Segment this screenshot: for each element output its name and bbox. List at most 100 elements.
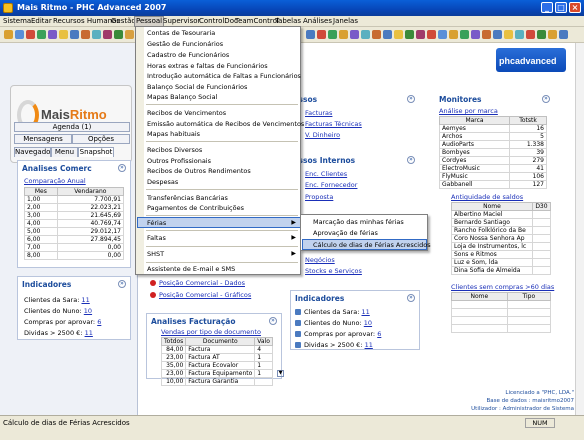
toolbar-icon-18[interactable] bbox=[361, 30, 370, 39]
ind-value[interactable]: 10 bbox=[364, 319, 372, 327]
enc-clientes-link[interactable]: Enc. Clientes bbox=[305, 170, 347, 178]
toolbar-icon-8[interactable] bbox=[81, 30, 90, 39]
toolbar-icon-32[interactable] bbox=[515, 30, 524, 39]
menu-editar[interactable]: Editar bbox=[30, 17, 53, 26]
ind-value[interactable]: 10 bbox=[84, 307, 92, 315]
toolbar-icon-2[interactable] bbox=[15, 30, 24, 39]
table-row[interactable]: Albertino Maciel bbox=[451, 210, 552, 219]
toolbar-icon-27[interactable] bbox=[460, 30, 469, 39]
table-row[interactable]: 35,00 Factura Ecovalor 1 bbox=[160, 361, 273, 370]
table-row[interactable]: 4,00 40.769,74 bbox=[24, 219, 125, 228]
toolbar-icon-34[interactable] bbox=[537, 30, 546, 39]
menu-controldoc[interactable]: ControlDoc bbox=[198, 17, 239, 26]
toolbar-icon-26[interactable] bbox=[449, 30, 458, 39]
table-row[interactable]: Dina Sofia de Almeida bbox=[451, 266, 552, 275]
menu-item-faltas[interactable]: Faltas bbox=[147, 233, 166, 243]
submenu-item-aprovacao[interactable]: Aprovação de férias bbox=[313, 228, 378, 238]
v-dinheiro-link[interactable]: V. Dinheiro bbox=[305, 131, 340, 139]
toolbar-icon-15[interactable] bbox=[328, 30, 337, 39]
toolbar-icon-1[interactable] bbox=[4, 30, 13, 39]
menu-tabelas[interactable]: Tabelas bbox=[274, 17, 302, 26]
table-row[interactable]: 5,00 29.012,17 bbox=[24, 227, 125, 236]
tab-snapshot[interactable]: Snapshot bbox=[78, 147, 114, 157]
table-row[interactable]: AudioParts 1.338 bbox=[438, 140, 547, 149]
table-row[interactable]: Cordyes 279 bbox=[438, 156, 547, 165]
scroll-down-icon[interactable]: ▼ bbox=[277, 370, 284, 377]
submenu-item-marcacao[interactable]: Marcação das minhas férias bbox=[313, 217, 404, 227]
menu-teamcontrol[interactable]: TeamControl bbox=[234, 17, 280, 26]
collapse-icon[interactable]: » bbox=[407, 95, 415, 103]
table-row[interactable]: 8,00 0,00 bbox=[24, 251, 125, 260]
toolbar-icon-23[interactable] bbox=[416, 30, 425, 39]
toolbar-icon-3[interactable] bbox=[26, 30, 35, 39]
toolbar-icon-33[interactable] bbox=[526, 30, 535, 39]
toolbar-icon-21[interactable] bbox=[394, 30, 403, 39]
toolbar-icon-31[interactable] bbox=[504, 30, 513, 39]
vertical-scrollbar[interactable] bbox=[575, 43, 584, 415]
toolbar-icon-36[interactable] bbox=[559, 30, 568, 39]
menu-item-recibos-vencimentos[interactable]: Recibos de Vencimentos bbox=[147, 108, 226, 118]
toolbar-icon-20[interactable] bbox=[383, 30, 392, 39]
menu-item-balanco-social[interactable]: Balanço Social de Funcionários bbox=[147, 82, 247, 92]
clientes-sem-compras-link[interactable]: Clientes sem compras >60 dias bbox=[451, 283, 554, 291]
toolbar-icon-9[interactable] bbox=[92, 30, 101, 39]
table-row[interactable]: 7,00 0,00 bbox=[24, 243, 125, 252]
agenda-button[interactable]: Agenda (1) bbox=[14, 122, 130, 132]
table-row[interactable]: 6,00 27.894,45 bbox=[24, 235, 125, 244]
menu-item-gestao-funcionarios[interactable]: Gestão de Funcionários bbox=[147, 39, 223, 49]
toolbar-icon-12[interactable] bbox=[125, 30, 134, 39]
collapse-icon[interactable]: » bbox=[269, 317, 277, 325]
posicao-graficos-link[interactable]: Posição Comercial - Gráficos bbox=[159, 291, 251, 299]
toolbar-icon-19[interactable] bbox=[372, 30, 381, 39]
table-row[interactable]: Archos 5 bbox=[438, 132, 547, 141]
table-row[interactable]: 84,00 Factura 4 bbox=[160, 345, 273, 354]
menu-item-pagamentos[interactable]: Pagamentos de Contribuições bbox=[147, 203, 244, 213]
vendas-tipo-link[interactable]: Vendas por tipo de documento bbox=[161, 328, 261, 336]
menu-item-assistente-email[interactable]: Assistente de E-mail e SMS bbox=[147, 264, 235, 274]
toolbar-icon-22[interactable] bbox=[405, 30, 414, 39]
tab-menu[interactable]: Menu bbox=[51, 147, 78, 157]
table-row[interactable]: 23,00 Factura Equipamento 1 bbox=[160, 369, 273, 378]
ind-value[interactable]: 11 bbox=[81, 296, 89, 304]
comparacao-anual-link[interactable]: Comparação Anual bbox=[24, 177, 86, 185]
maximize-button[interactable]: □ bbox=[555, 2, 567, 13]
menu-item-outros-profissionais[interactable]: Outros Profissionais bbox=[147, 156, 211, 166]
toolbar-icon-11[interactable] bbox=[114, 30, 123, 39]
toolbar-icon-5[interactable] bbox=[48, 30, 57, 39]
toolbar-icon-29[interactable] bbox=[482, 30, 491, 39]
toolbar-icon-14[interactable] bbox=[317, 30, 326, 39]
menu-sistema[interactable]: Sistema bbox=[2, 17, 32, 26]
table-row[interactable]: Rancho Folklórico da Be bbox=[451, 226, 552, 235]
menu-item-contas-tesouraria[interactable]: Contas de Tesouraria bbox=[147, 28, 215, 38]
proposta-link[interactable]: Proposta bbox=[305, 193, 333, 201]
ind-value[interactable]: 11 bbox=[361, 308, 369, 316]
toolbar-icon-7[interactable] bbox=[70, 30, 79, 39]
facturas-link[interactable]: Facturas bbox=[305, 109, 332, 117]
menu-item-despesas[interactable]: Despesas bbox=[147, 177, 178, 187]
table-row[interactable]: Luz e Som, lda bbox=[451, 258, 552, 267]
table-row[interactable] bbox=[451, 316, 552, 325]
collapse-icon[interactable]: » bbox=[407, 294, 415, 302]
antiguidade-link[interactable]: Antiguidade de saldos bbox=[451, 193, 523, 201]
facturas-tecnicas-link[interactable]: Facturas Técnicas bbox=[305, 120, 362, 128]
analise-marca-link[interactable]: Análise por marca bbox=[439, 107, 498, 115]
toolbar-icon-30[interactable] bbox=[493, 30, 502, 39]
menu-item-emissao-recibos[interactable]: Emissão automática de Recibos de Vencime… bbox=[147, 119, 304, 129]
posicao-dados-link[interactable]: Posição Comercial - Dados bbox=[159, 279, 245, 287]
table-row[interactable]: Gabbanell 127 bbox=[438, 180, 547, 189]
toolbar-icon-6[interactable] bbox=[59, 30, 68, 39]
table-row[interactable] bbox=[451, 300, 552, 309]
menu-gestao[interactable]: Gestão bbox=[110, 17, 137, 26]
table-row[interactable] bbox=[451, 324, 552, 333]
collapse-icon[interactable]: » bbox=[118, 164, 126, 172]
tab-navegador[interactable]: Navegador bbox=[14, 147, 53, 157]
menu-item-shst[interactable]: SHST bbox=[147, 249, 164, 259]
ind-value[interactable]: 11 bbox=[365, 341, 373, 349]
minimize-button[interactable]: _ bbox=[541, 2, 553, 13]
menu-item-transferencias[interactable]: Transferências Bancárias bbox=[147, 193, 228, 203]
table-row[interactable]: FlyMusic 106 bbox=[438, 172, 547, 181]
toolbar-icon-16[interactable] bbox=[339, 30, 348, 39]
menu-janelas[interactable]: Janelas bbox=[332, 17, 359, 26]
table-row[interactable] bbox=[451, 308, 552, 317]
menu-supervisor[interactable]: Supervisor bbox=[162, 17, 201, 26]
